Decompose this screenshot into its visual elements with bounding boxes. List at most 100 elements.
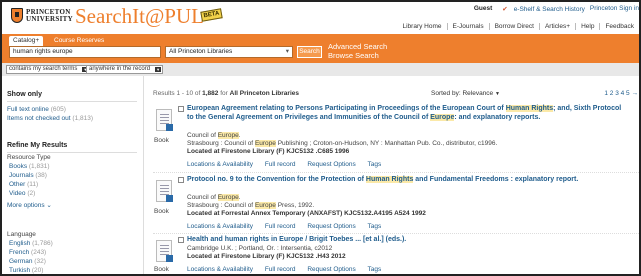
request-options-link[interactable]: Request Options [307,223,355,230]
record-title-link[interactable]: European Agreement relating to Persons P… [187,105,627,122]
text-segment: Cambridge U.K. ; Portland, Or. : Interse… [187,245,333,252]
text-segment: . [238,132,241,139]
record-actions: Locations & Availability Full record Req… [187,266,391,273]
select-checkbox[interactable] [178,177,184,183]
search-button[interactable]: Search [297,46,322,58]
facet-journals[interactable]: Journals (38) [9,172,47,179]
facet-german[interactable]: German (32) [9,258,46,265]
facet-turkish[interactable]: Turkish (20) [9,267,43,274]
tab-course-reserves[interactable]: Course Reserves [50,36,108,46]
divider [7,101,137,102]
record-title-link[interactable]: Health and human rights in Europe / Brig… [187,236,627,245]
text-segment: Protocol no. 9 to the Convention for the… [187,176,366,183]
text-segment: European Agreement relating to Persons P… [187,105,506,112]
divider [153,233,639,234]
match-mode-select[interactable]: contains my search terms ▼ [6,65,91,74]
search-term-highlight: Europe [254,140,276,147]
record-actions: Locations & Availability Full record Req… [187,223,391,230]
tab-catalog-plus[interactable]: Catalog+ [9,36,44,46]
chevron-down-icon: ▼ [494,91,500,97]
searchit-logo[interactable]: SearchIt@PUL [75,5,204,27]
full-record-link[interactable]: Full record [265,161,296,168]
utility-links: Guest ✔ e-Shelf & Search History Princeto… [469,5,639,13]
sort-control[interactable]: Sorted by: Relevance ▼ [431,90,500,97]
full-record-link[interactable]: Full record [265,266,296,273]
text-segment: Strasbourg : Council of [187,202,255,209]
resource-type-heading: Resource Type [7,154,51,161]
language-heading: Language [7,231,36,238]
facet-books[interactable]: Books (1,831) [9,163,50,170]
search-term-highlight: Europe [217,194,239,201]
university-logo[interactable]: PRINCETON UNIVERSITY [26,9,73,23]
result-record: Book Protocol no. 9 to the Convention fo… [153,176,639,232]
chevron-down-icon: ▾ [285,48,289,55]
search-term-highlight: Human Rights [365,176,414,183]
signin-link[interactable]: Princeton Sign in [590,5,639,13]
show-only-heading: Show only [7,91,42,98]
text-segment: Health and human rights in Europe / Brig… [187,236,407,243]
facet-items-not-checked-out[interactable]: Items not checked out (1,813) [7,115,93,122]
facet-sidebar: Show only Full text online (605) Items n… [2,76,144,274]
nav-feedback[interactable]: Feedback [599,23,639,30]
beta-badge: BETA [200,8,223,22]
nav-help[interactable]: Help [575,23,599,30]
facet-french[interactable]: French (243) [9,249,46,256]
search-input[interactable]: human rights europe [9,46,161,58]
search-term-highlight: Human Rights [505,105,554,112]
locations-availability-link[interactable]: Locations & Availability [187,161,253,168]
record-actions: Locations & Availability Full record Req… [187,161,391,168]
facet-full-text-online[interactable]: Full text online (605) [7,106,66,113]
record-publication: Cambridge U.K. ; Portland, Or. : Interse… [187,245,332,252]
facet-video[interactable]: Video (2) [9,190,35,197]
site-header: PRINCETON UNIVERSITY SearchIt@PUL BETA G… [2,2,639,34]
results-panel: Results 1 - 10 of 1,882 for All Princeto… [148,76,639,274]
next-page-icon[interactable]: → [632,90,639,97]
result-record: Book European Agreement relating to Pers… [153,105,639,171]
record-title-link[interactable]: Protocol no. 9 to the Convention for the… [187,176,627,185]
tags-link[interactable]: Tags [367,266,381,273]
divider [153,172,639,173]
nav-ejournals[interactable]: E-Journals [446,23,489,30]
nav-borrow-direct[interactable]: Borrow Direct [488,23,539,30]
more-options-link[interactable]: More options ⌄ [7,201,52,209]
resource-type-label: Book [154,266,169,273]
scope-select[interactable]: All Princeton Libraries ▾ [165,46,293,58]
match-field-select[interactable]: anywhere in the record ▼ [86,65,164,74]
results-summary: Results 1 - 10 of 1,882 for All Princeto… [153,90,299,97]
request-options-link[interactable]: Request Options [307,266,355,273]
resource-type-label: Book [154,208,169,215]
record-author: Council of Europe. [187,132,241,139]
text-segment: . [238,194,241,201]
eshelf-link[interactable]: ✔ e-Shelf & Search History [497,5,585,13]
text-segment: Council of [187,132,218,139]
search-bar: Catalog+ Course Reserves human rights eu… [2,34,639,63]
text-segment: Council of [187,194,218,201]
select-checkbox[interactable] [178,106,184,112]
guest-label: Guest [473,5,493,12]
scope-value: All Princeton Libraries [169,48,233,55]
nav-articles-plus[interactable]: Articles+ [538,23,575,30]
record-location: Located at Firestone Library (F) KJC5132… [187,253,346,260]
tags-link[interactable]: Tags [367,161,381,168]
browse-search-link[interactable]: Browse Search [328,51,387,60]
search-term-highlight: Europe [254,202,276,209]
locations-availability-link[interactable]: Locations & Availability [187,266,253,273]
pagination[interactable]: 1 2 3 4 5 → [604,90,638,97]
advanced-search-link[interactable]: Advanced Search [328,42,387,51]
locations-availability-link[interactable]: Locations & Availability [187,223,253,230]
full-record-link[interactable]: Full record [265,223,296,230]
text-segment: : and explanatory reports. [454,113,541,121]
text-segment: Press, 1992. [275,202,315,209]
book-thumbnail-icon [156,109,173,131]
search-term-highlight: Europe [217,132,239,139]
request-options-link[interactable]: Request Options [307,161,355,168]
record-location: Located at Firestone Library (F) KJC5132… [187,148,350,155]
record-publication: Strasbourg : Council of Europe Publishin… [187,140,497,147]
facet-english[interactable]: English (1,786) [9,240,53,247]
facet-other[interactable]: Other (11) [9,181,38,188]
tags-link[interactable]: Tags [367,223,381,230]
select-checkbox[interactable] [178,237,184,243]
record-author: Council of Europe. [187,194,241,201]
nav-library-home[interactable]: Library Home [398,23,447,30]
chevron-down-icon: ⌄ [46,202,52,209]
